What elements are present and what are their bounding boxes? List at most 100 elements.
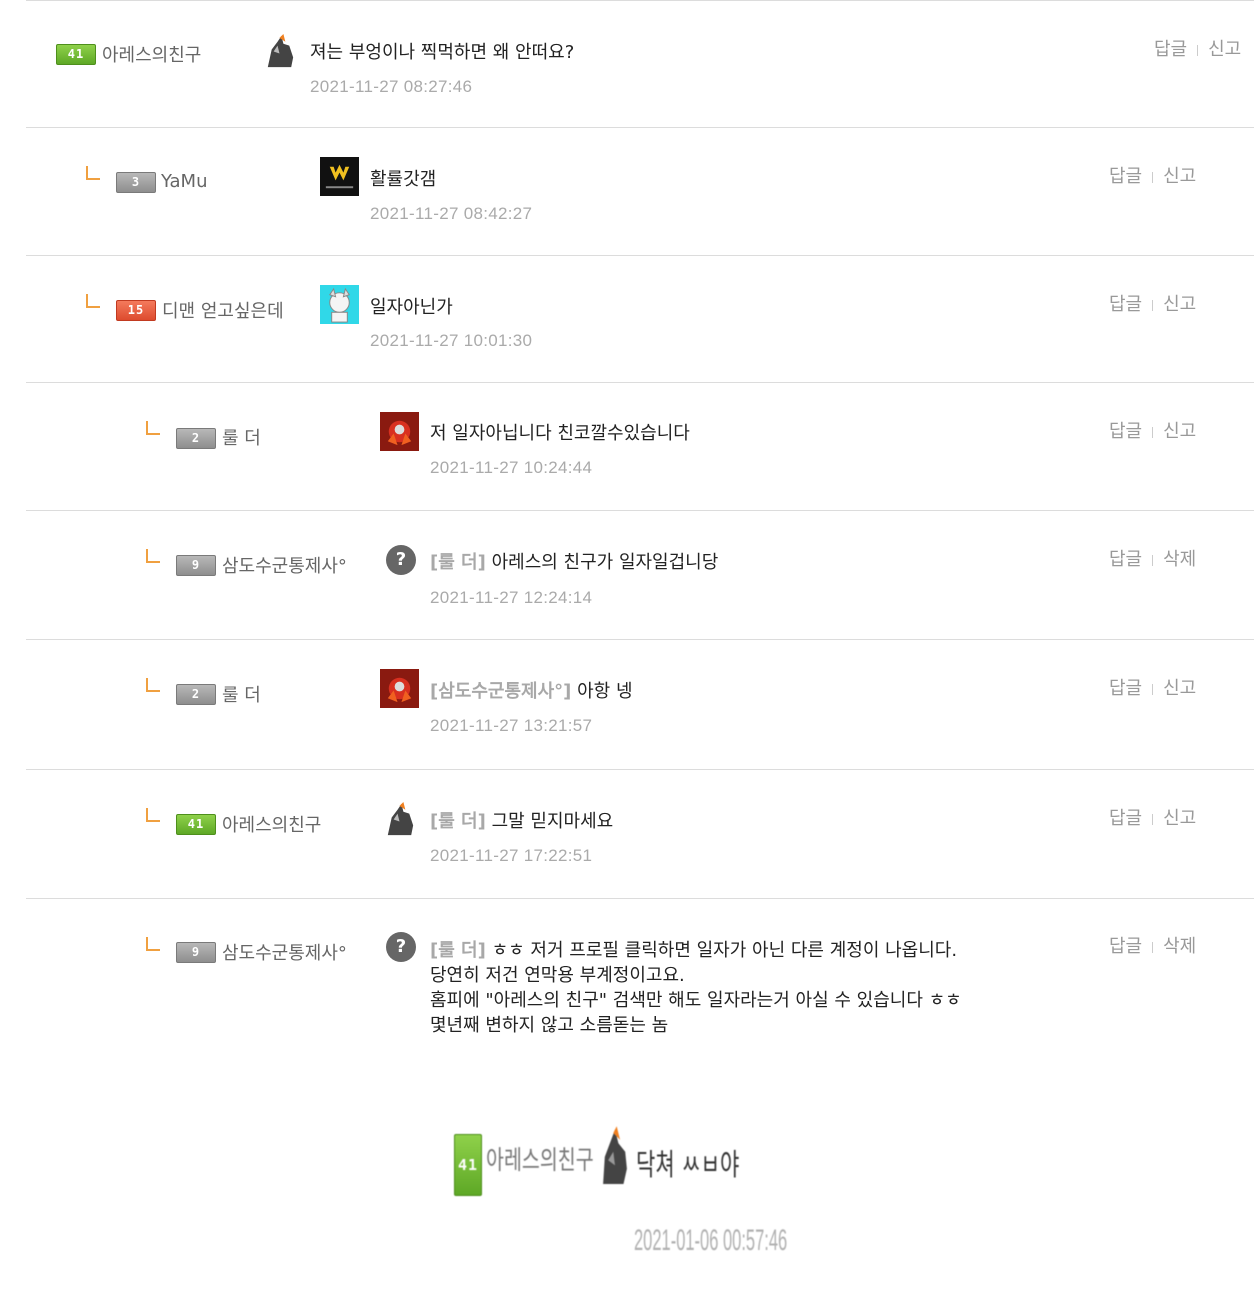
avatar-fire-creature-icon[interactable]: [380, 669, 419, 708]
comment-date: 2021-11-27 13:21:57: [430, 716, 593, 735]
comment-date: 2021-11-27 10:24:44: [430, 458, 593, 477]
comment-row: 2 룰 더 저 일자아닙니다 친코깔수있습니다 2021-11-27 10:24…: [26, 383, 1254, 511]
level-badge: 3: [116, 172, 156, 193]
delete-button[interactable]: 삭제: [1163, 936, 1196, 957]
comment-text: [룰 더] 그말 믿지마세요: [430, 809, 613, 834]
question-mark-avatar-icon[interactable]: ?: [386, 545, 425, 584]
comment-line: 몇년째 변하지 않고 소름돋는 놈: [430, 1015, 669, 1036]
action-separator: [1152, 426, 1154, 438]
reply-target-tag: [룰 더]: [430, 811, 486, 832]
reply-button[interactable]: 답글: [1109, 421, 1142, 442]
comment-body: 저 일자아닙니다 친코깔수있습니다: [430, 423, 690, 444]
comment-actions: 답글 신고: [1109, 804, 1196, 830]
author-nickname[interactable]: 삼도수군통제사°: [222, 552, 347, 578]
reply-button[interactable]: 답글: [1109, 678, 1142, 699]
reply-target-tag: [룰 더]: [430, 940, 486, 961]
comment-date: 2021-11-27 12:24:14: [430, 588, 593, 607]
signature-nickname: 아레스의친구: [486, 1146, 594, 1176]
action-separator: [1197, 44, 1199, 56]
action-separator: [1152, 683, 1154, 695]
reply-button[interactable]: 답글: [1154, 39, 1187, 60]
author-nickname[interactable]: 룰 더: [222, 681, 261, 707]
comment-actions: 답글 삭제: [1109, 932, 1196, 958]
author-nickname[interactable]: YaMu: [161, 171, 208, 192]
level-badge: 41: [56, 44, 96, 65]
avatar-fire-creature-icon[interactable]: [380, 412, 419, 451]
comment-body: 일자아닌가: [370, 297, 453, 318]
comment-line: 홈피에 "아레스의 친구" 검색만 해도 일자라는거 아실 수 있습니다 ㅎㅎ: [430, 990, 962, 1011]
action-separator: [1152, 299, 1154, 311]
comment-body: 져는 부엉이나 찍먹하면 왜 안떠요?: [310, 42, 575, 63]
level-badge: 41: [176, 814, 216, 835]
comment-text: 져는 부엉이나 찍먹하면 왜 안떠요?: [310, 40, 574, 65]
report-button[interactable]: 신고: [1163, 166, 1196, 187]
report-button[interactable]: 신고: [1163, 421, 1196, 442]
action-separator: [1152, 941, 1154, 953]
level-badge: 41: [454, 1134, 482, 1196]
comment-text: [룰 더] 아레스의 친구가 일자일겁니당: [430, 550, 718, 575]
comment-row: 2 룰 더 [삼도수군통제사°] 아항 넹 2021-11-27 13:21:5…: [26, 640, 1254, 770]
comment-body: 그말 믿지마세요: [491, 811, 614, 832]
comment-row: 9 삼도수군통제사° ? [룰 더] 아레스의 친구가 일자일겁니당 2021-…: [26, 511, 1254, 640]
comment-text: [삼도수군통제사°] 아항 넹: [430, 679, 633, 704]
avatar-creature-icon[interactable]: [260, 32, 299, 71]
author-nickname[interactable]: 아레스의친구: [102, 41, 201, 67]
question-mark-avatar-icon[interactable]: ?: [386, 932, 425, 971]
reply-button[interactable]: 답글: [1109, 936, 1142, 957]
reply-corner-icon: [146, 421, 160, 435]
comment-text: 일자아닌가: [370, 295, 453, 320]
comment-actions: 답글 신고: [1109, 162, 1196, 188]
report-button[interactable]: 신고: [1163, 294, 1196, 315]
comment-row: 15 디맨 얻고싶은데 일자아닌가 2021-11-27 10:01:30 답글…: [26, 256, 1254, 383]
reply-corner-icon: [146, 678, 160, 692]
comment-date: 2021-11-27 17:22:51: [430, 846, 593, 865]
comment-row: 41 아레스의친구 [룰 더] 그말 믿지마세요 2021-11-27 17:2…: [26, 770, 1254, 899]
comment-actions: 답글 삭제: [1109, 545, 1196, 571]
comment-actions: 답글 신고: [1154, 35, 1241, 61]
avatar-character-icon[interactable]: [320, 285, 359, 324]
comment-body: 아레스의 친구가 일자일겁니당: [491, 552, 719, 573]
avatar-logo-icon[interactable]: [320, 157, 359, 196]
comment-line: 당연히 저건 연막용 부계정이고요.: [430, 965, 685, 986]
comment-line: [룰 더] ㅎㅎ 저거 프로필 클릭하면 일자가 아닌 다른 계정이 나옵니다.: [430, 938, 962, 963]
reply-corner-icon: [146, 937, 160, 951]
action-separator: [1152, 554, 1154, 566]
reply-button[interactable]: 답글: [1109, 549, 1142, 570]
comment-date: 2021-11-27 08:27:46: [310, 77, 473, 96]
comment-body: 활률갓갬: [370, 169, 437, 190]
level-badge: 9: [176, 942, 216, 963]
reply-corner-icon: [146, 549, 160, 563]
reply-button[interactable]: 답글: [1109, 294, 1142, 315]
action-separator: [1152, 813, 1154, 825]
comment-row: 3 YaMu 활률갓갬 2021-11-27 08:42:27 답글 신고: [26, 128, 1254, 256]
comment-text: [룰 더] ㅎㅎ 저거 프로필 클릭하면 일자가 아닌 다른 계정이 나옵니다.…: [430, 938, 962, 1038]
comment-date: 2021-11-27 10:01:30: [370, 331, 533, 350]
comment-body: ㅎㅎ 저거 프로필 클릭하면 일자가 아닌 다른 계정이 나옵니다.: [491, 940, 958, 961]
report-button[interactable]: 신고: [1163, 678, 1196, 699]
author-nickname[interactable]: 디맨 얻고싶은데: [162, 297, 284, 323]
level-badge: 2: [176, 428, 216, 449]
reply-target-tag: [삼도수군통제사°]: [430, 681, 572, 702]
signature-date: 2021-01-06 00:57:46: [634, 1224, 788, 1257]
report-button[interactable]: 신고: [1208, 39, 1241, 60]
reply-corner-icon: [86, 166, 100, 180]
comment-text: 저 일자아닙니다 친코깔수있습니다: [430, 421, 690, 446]
delete-button[interactable]: 삭제: [1163, 549, 1196, 570]
report-button[interactable]: 신고: [1163, 808, 1196, 829]
reply-button[interactable]: 답글: [1109, 166, 1142, 187]
comment-body: 아항 넹: [577, 681, 633, 702]
comment-actions: 답글 신고: [1109, 674, 1196, 700]
comment-row: 41 아레스의친구 져는 부엉이나 찍먹하면 왜 안떠요? 2021-11-27…: [26, 0, 1254, 128]
author-nickname[interactable]: 삼도수군통제사°: [222, 939, 347, 965]
level-badge: 15: [116, 300, 156, 321]
signature-image: 41 아레스의친구 닥쳐 ㅆㅂ야 2021-01-06 00:57:46: [440, 1100, 800, 1280]
reply-corner-icon: [86, 294, 100, 308]
comment-text: 활률갓갬: [370, 167, 436, 192]
avatar-creature-icon[interactable]: [380, 800, 419, 839]
action-separator: [1152, 171, 1154, 183]
signature-text: 닥쳐 ㅆㅂ야: [636, 1148, 740, 1183]
author-nickname[interactable]: 룰 더: [222, 424, 261, 450]
reply-button[interactable]: 답글: [1109, 808, 1142, 829]
comment-date: 2021-11-27 08:42:27: [370, 204, 533, 223]
author-nickname[interactable]: 아레스의친구: [222, 811, 321, 837]
